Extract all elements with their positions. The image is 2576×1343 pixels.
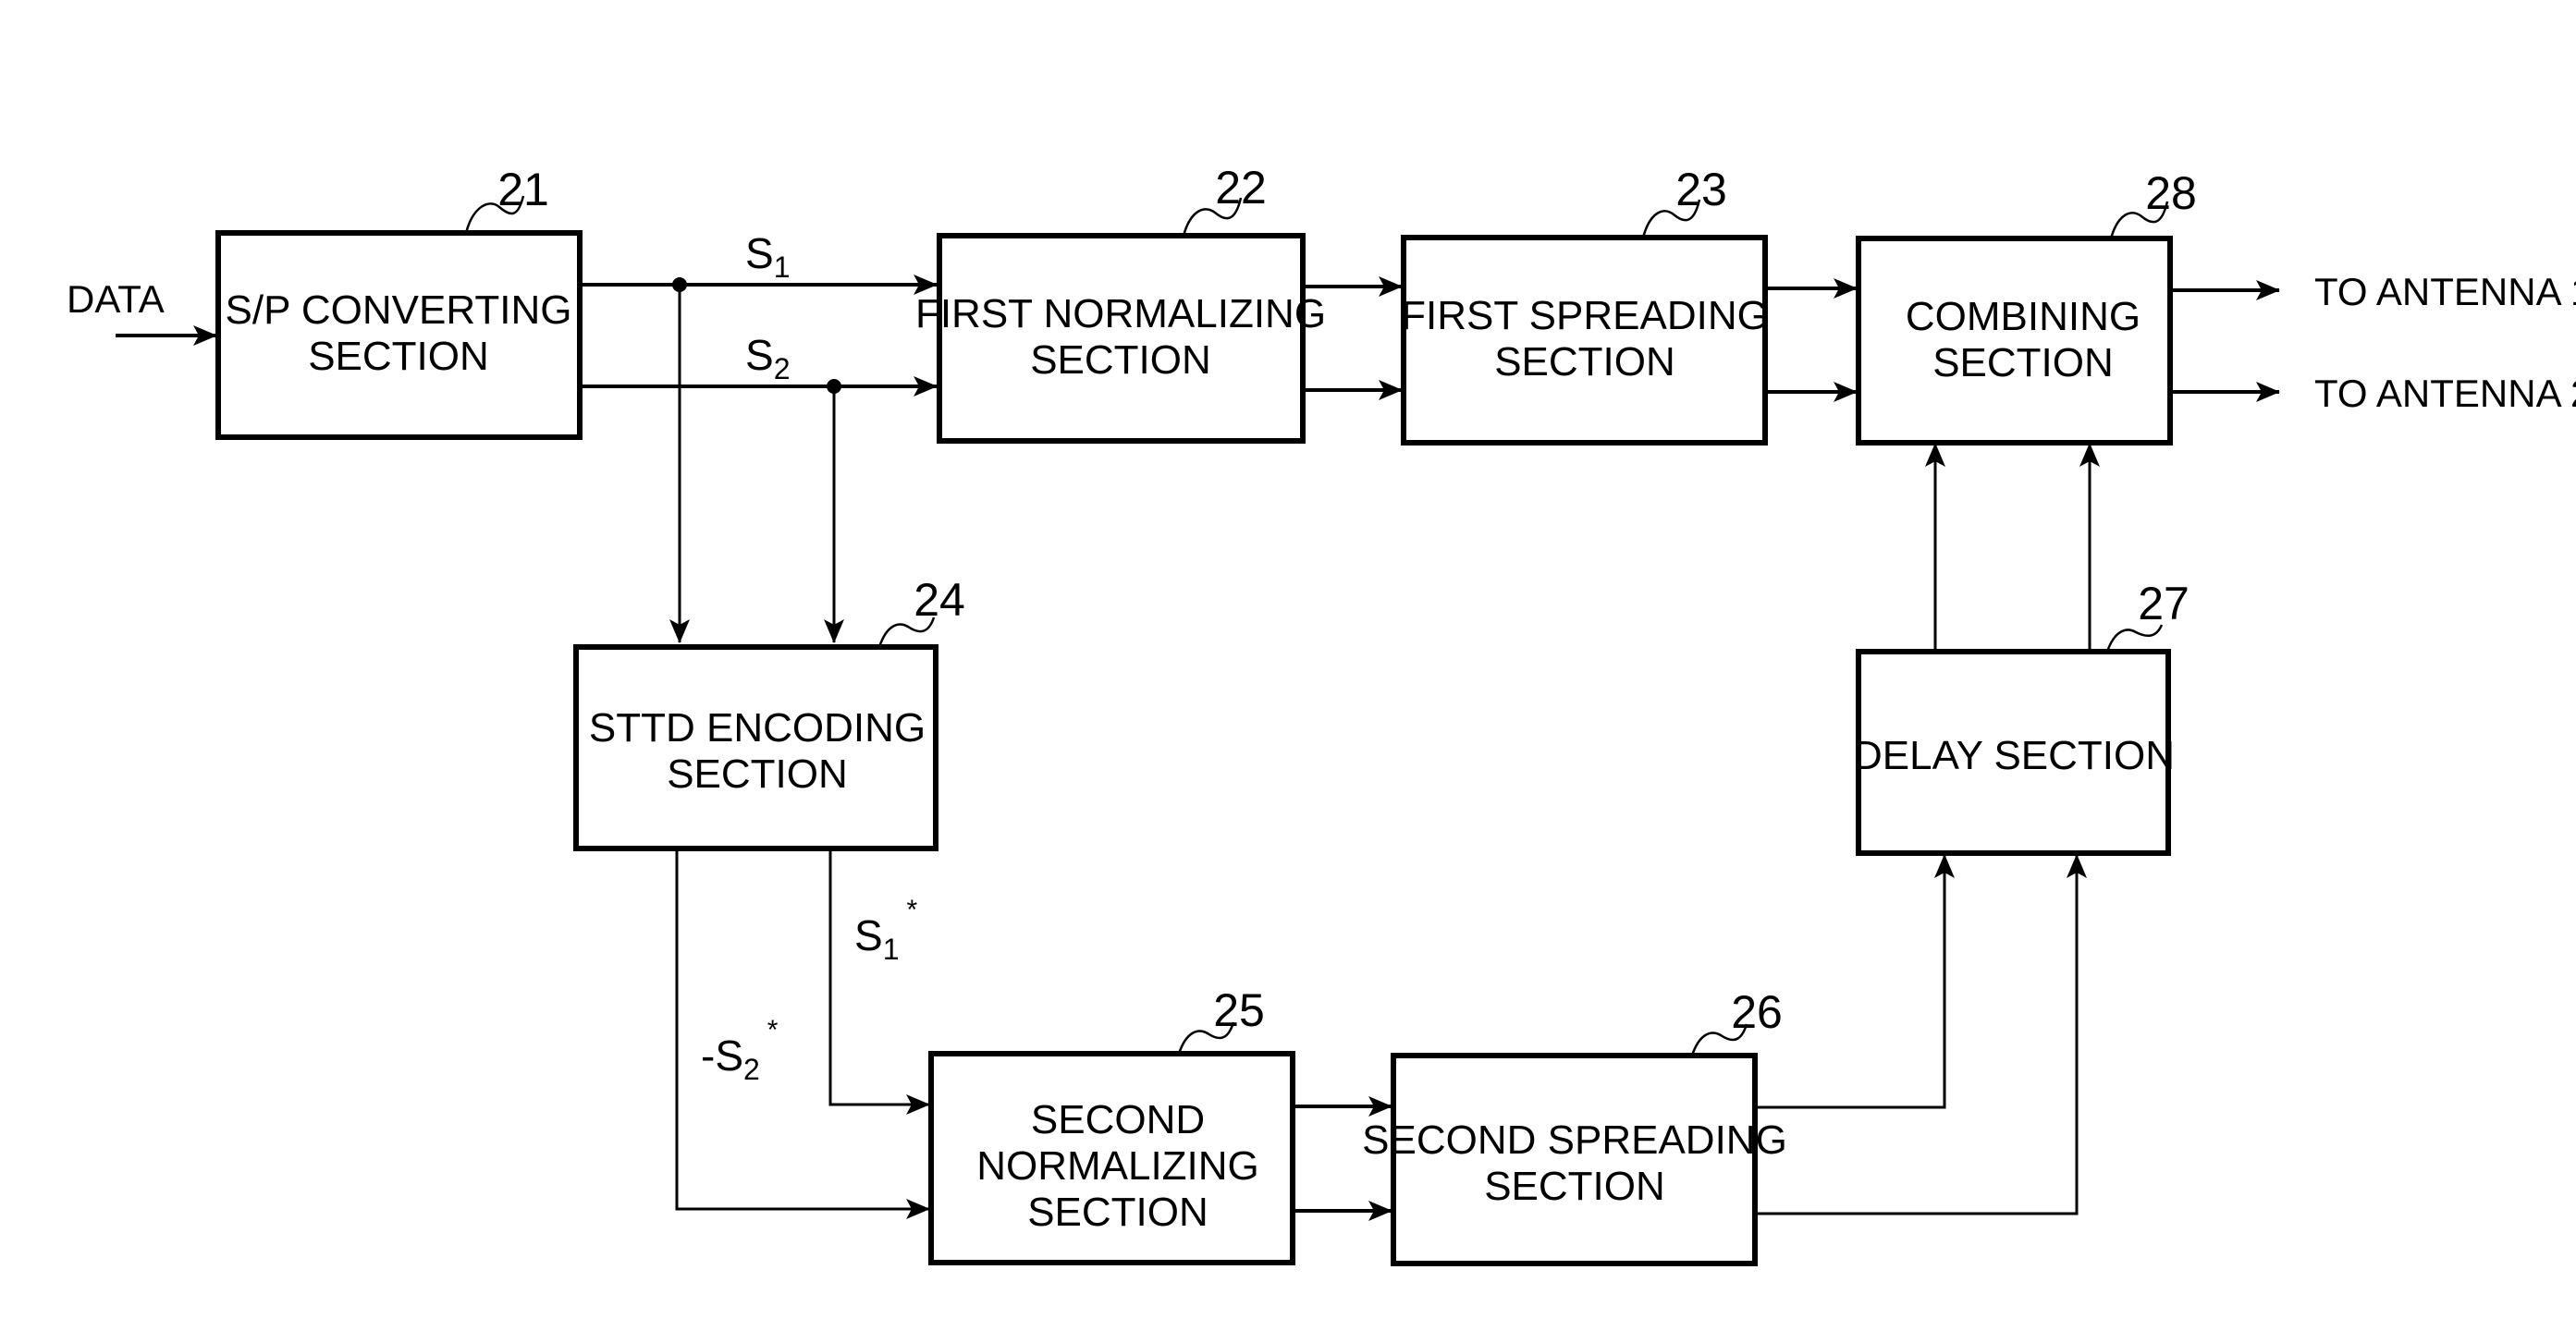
block-22: FIRST NORMALIZING SECTION 22 [915, 162, 1326, 444]
signal-base: S [854, 911, 883, 959]
s1conj-wire [828, 849, 930, 1115]
block-label-line: COMBINING [1906, 294, 2141, 339]
block-label-line: SECTION [667, 751, 848, 797]
block-24: STTD ENCODING SECTION 24 [573, 574, 965, 851]
second-spread-to-delay-1 [1755, 854, 1955, 1109]
block-label-line: SECTION [308, 334, 489, 379]
signal-s1-label: S1 [745, 229, 790, 284]
ref-number-28: 28 [2145, 167, 2197, 219]
block-27: DELAY SECTION 27 [1853, 578, 2190, 856]
block-label-line: S/P CONVERTING [226, 287, 572, 333]
antenna-1-label: TO ANTENNA 1 [2314, 270, 2576, 313]
block-label-line: SECTION [1030, 337, 1211, 383]
ref-number-23: 23 [1675, 164, 1727, 215]
block-label-line: SECTION [1484, 1164, 1665, 1209]
block-label-line: SECTION [1027, 1190, 1208, 1235]
signal-subscript: 2 [743, 1053, 760, 1086]
block-label-line: STTD ENCODING [589, 705, 926, 751]
block-diagram: S/P CONVERTING SECTION 21 FIRST NORMALIZ… [67, 162, 2576, 1266]
block-23: FIRST SPREADING SECTION 23 [1401, 164, 1769, 446]
data-input-label: DATA [67, 277, 165, 321]
signal-superscript: * [906, 895, 917, 925]
signal-base: S [745, 229, 774, 277]
ref-number-22: 22 [1215, 162, 1267, 214]
ref-number-21: 21 [497, 164, 549, 215]
signal-subscript: 2 [774, 352, 791, 385]
block-28: COMBINING SECTION 28 [1856, 167, 2197, 446]
ref-number-26: 26 [1731, 986, 1783, 1038]
ref-number-24: 24 [914, 574, 965, 626]
antenna-2-label: TO ANTENNA 2 [2314, 372, 2576, 415]
block-label-line: SECOND SPREADING [1362, 1117, 1787, 1163]
signal-base: -S [701, 1032, 743, 1080]
ref-number-25: 25 [1213, 984, 1265, 1036]
block-label-line: SECTION [1932, 340, 2114, 385]
block-26: SECOND SPREADING SECTION 26 [1362, 986, 1787, 1266]
block-21: S/P CONVERTING SECTION 21 [215, 164, 583, 440]
second-spread-to-delay-2 [1755, 854, 2087, 1215]
block-label-line: FIRST NORMALIZING [915, 291, 1326, 336]
block-label-line: DELAY SECTION [1853, 733, 2175, 778]
neg-s2conj-wire [675, 849, 930, 1219]
signal-superscript: * [767, 1015, 779, 1045]
block-label-line: NORMALIZING [976, 1143, 1259, 1189]
signal-s1-conj-label: S1* [854, 895, 917, 966]
block-label-line: SECOND [1031, 1097, 1205, 1142]
ref-number-27: 27 [2138, 578, 2190, 629]
block-label-line: FIRST SPREADING [1401, 293, 1769, 338]
signal-neg-s2-conj-label: -S2* [701, 1015, 779, 1086]
signal-subscript: 1 [883, 933, 900, 966]
block-label-line: SECTION [1494, 339, 1675, 385]
signal-s2-label: S2 [745, 331, 790, 385]
signal-subscript: 1 [774, 250, 791, 284]
block-25: SECOND NORMALIZING SECTION 25 [928, 984, 1295, 1265]
signal-base: S [745, 331, 774, 379]
